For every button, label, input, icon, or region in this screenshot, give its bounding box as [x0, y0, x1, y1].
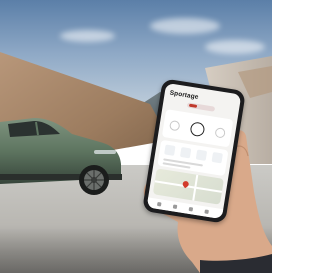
- cloud: [60, 30, 115, 42]
- mode-toggle[interactable]: [186, 102, 216, 112]
- unlock-icon[interactable]: [214, 127, 226, 139]
- climate-icon[interactable]: [164, 144, 176, 156]
- fuel-icon[interactable]: [179, 146, 192, 159]
- home-icon[interactable]: [156, 201, 162, 207]
- map-icon[interactable]: [172, 204, 178, 210]
- menu-icon[interactable]: [204, 209, 209, 215]
- mode-toggle-indicator: [188, 103, 198, 108]
- car-status-icon[interactable]: [195, 149, 208, 161]
- lock-icon[interactable]: [169, 119, 181, 132]
- app-title: Sportage: [169, 89, 199, 101]
- power-icon[interactable]: [189, 121, 206, 138]
- phone-screen: Sportage: [146, 82, 242, 220]
- windows-icon[interactable]: [211, 151, 223, 164]
- car-icon[interactable]: [188, 206, 194, 212]
- cloud: [150, 18, 220, 34]
- photo-frame: Sportage: [0, 0, 272, 273]
- car: [0, 118, 122, 195]
